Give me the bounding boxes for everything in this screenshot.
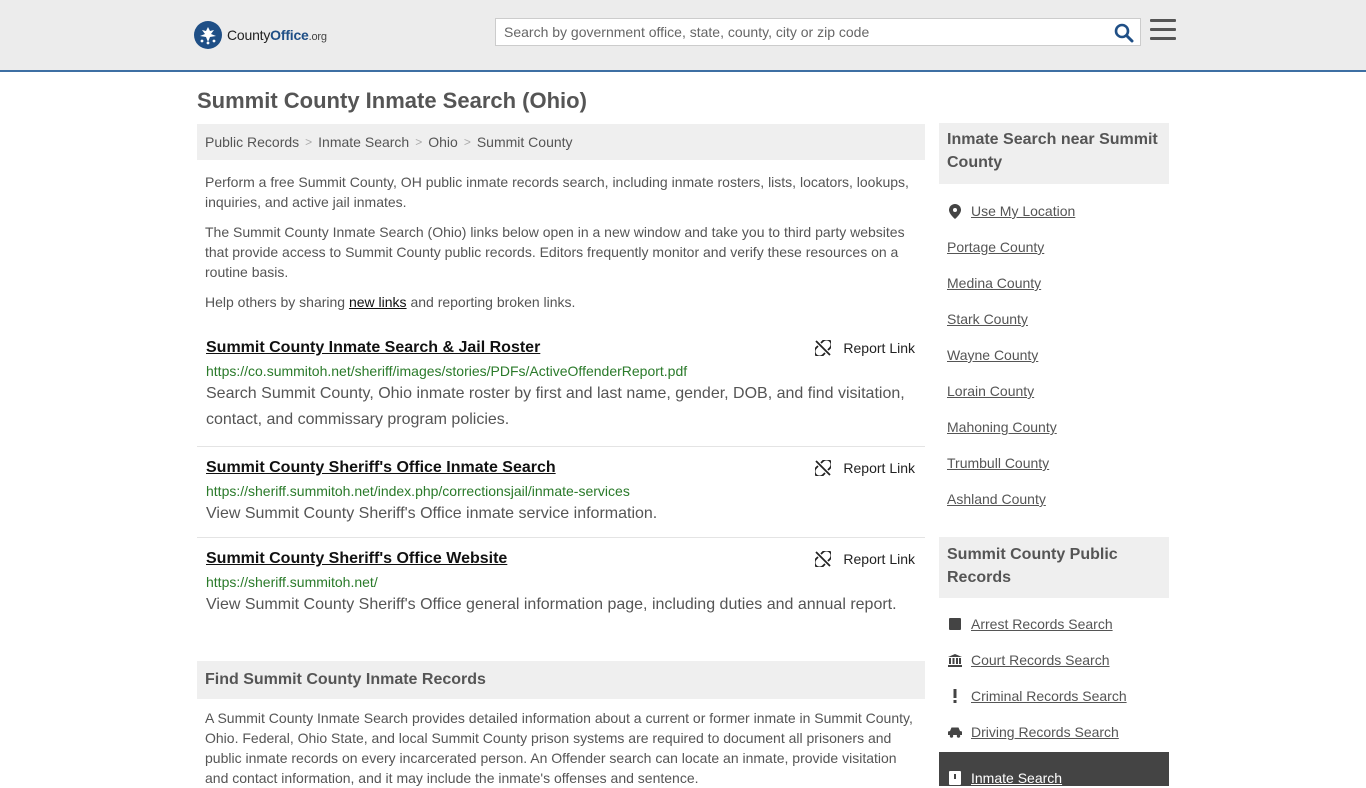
main-content: Public Records > Inmate Search > Ohio > … bbox=[197, 124, 925, 788]
driving-records-link[interactable]: Driving Records Search bbox=[971, 724, 1119, 740]
nearby-county-item[interactable]: Wayne County bbox=[947, 337, 1161, 373]
search-input[interactable] bbox=[496, 19, 1106, 45]
logo-text-main: County bbox=[227, 27, 271, 43]
courthouse-icon bbox=[947, 652, 963, 668]
broken-link-icon bbox=[815, 460, 832, 476]
resource-url[interactable]: https://sheriff.summitoh.net/ bbox=[206, 572, 916, 592]
search-bar bbox=[495, 18, 1141, 46]
nearby-heading: Inmate Search near Summit County bbox=[939, 123, 1169, 184]
breadcrumb-ohio[interactable]: Ohio bbox=[428, 134, 458, 150]
resource-entry: Summit County Inmate Search & Jail Roste… bbox=[197, 331, 925, 447]
criminal-records-item[interactable]: Criminal Records Search bbox=[947, 678, 1161, 714]
resource-title-link[interactable]: Summit County Sheriff's Office Website bbox=[206, 548, 916, 570]
report-link-label: Report Link bbox=[843, 340, 915, 356]
resource-entry: Summit County Sheriff's Office Website R… bbox=[197, 538, 925, 648]
breadcrumb-summit-county: Summit County bbox=[476, 134, 573, 150]
nearby-county-item[interactable]: Portage County bbox=[947, 229, 1161, 265]
sidebar: Inmate Search near Summit County Use My … bbox=[939, 123, 1169, 786]
report-link-button[interactable]: Report Link bbox=[815, 337, 915, 359]
court-records-link[interactable]: Court Records Search bbox=[971, 652, 1110, 668]
map-pin-icon bbox=[947, 203, 963, 219]
public-records-heading: Summit County Public Records bbox=[939, 537, 1169, 598]
resource-description: View Summit County Sheriff's Office gene… bbox=[206, 596, 897, 613]
report-link-button[interactable]: Report Link bbox=[815, 548, 915, 570]
site-header: CountyOffice.org bbox=[0, 0, 1366, 72]
inmate-search-item[interactable]: Inmate Search bbox=[939, 752, 1169, 786]
report-link-label: Report Link bbox=[843, 460, 915, 476]
hamburger-menu-icon[interactable] bbox=[1150, 19, 1176, 43]
resource-title-link[interactable]: Summit County Sheriff's Office Inmate Se… bbox=[206, 457, 916, 479]
find-records-heading: Find Summit County Inmate Records bbox=[197, 661, 925, 699]
intro-text: Perform a free Summit County, OH public … bbox=[197, 172, 925, 312]
nearby-county-item[interactable]: Trumbull County bbox=[947, 445, 1161, 481]
arrest-records-item[interactable]: Arrest Records Search bbox=[947, 606, 1161, 642]
breadcrumb: Public Records > Inmate Search > Ohio > … bbox=[197, 124, 925, 160]
intro-paragraph-2: The Summit County Inmate Search (Ohio) l… bbox=[205, 224, 905, 280]
resource-entry: Summit County Sheriff's Office Inmate Se… bbox=[197, 447, 925, 538]
exclamation-icon bbox=[947, 688, 963, 704]
breadcrumb-inmate-search[interactable]: Inmate Search bbox=[318, 134, 409, 150]
nearby-county-link[interactable]: Lorain County bbox=[947, 383, 1034, 399]
nearby-county-link[interactable]: Ashland County bbox=[947, 491, 1046, 507]
logo-text-suffix: .org bbox=[308, 31, 327, 43]
search-icon[interactable] bbox=[1114, 23, 1134, 43]
use-my-location-link[interactable]: Use My Location bbox=[971, 203, 1075, 219]
nearby-county-item[interactable]: Ashland County bbox=[947, 481, 1161, 517]
nearby-county-link[interactable]: Trumbull County bbox=[947, 455, 1049, 471]
intro-p3-after: and reporting broken links. bbox=[406, 294, 576, 310]
public-records-list: Arrest Records Search Court Records Sear… bbox=[939, 606, 1169, 786]
breadcrumb-separator: > bbox=[463, 135, 471, 149]
breadcrumb-separator: > bbox=[415, 135, 423, 149]
intro-p3-before: Help others by sharing bbox=[205, 294, 349, 310]
court-records-item[interactable]: Court Records Search bbox=[947, 642, 1161, 678]
logo-text-bold: Office bbox=[270, 27, 309, 43]
report-link-button[interactable]: Report Link bbox=[815, 457, 915, 479]
broken-link-icon bbox=[815, 340, 832, 356]
logo-badge-icon bbox=[194, 21, 222, 49]
nearby-county-item[interactable]: Mahoning County bbox=[947, 409, 1161, 445]
nearby-county-link[interactable]: Mahoning County bbox=[947, 419, 1057, 435]
breadcrumb-separator: > bbox=[305, 135, 313, 149]
report-link-label: Report Link bbox=[843, 551, 915, 567]
logo-text: CountyOffice.org bbox=[227, 27, 327, 43]
resource-title-link[interactable]: Summit County Inmate Search & Jail Roste… bbox=[206, 337, 916, 359]
car-icon bbox=[947, 724, 963, 740]
inmate-icon bbox=[947, 770, 963, 786]
driving-records-item[interactable]: Driving Records Search bbox=[947, 714, 1161, 750]
resource-url[interactable]: https://sheriff.summitoh.net/index.php/c… bbox=[206, 481, 916, 501]
nearby-list: Use My Location Portage County Medina Co… bbox=[939, 193, 1169, 517]
resource-description: Search Summit County, Ohio inmate roster… bbox=[206, 385, 905, 428]
nearby-county-item[interactable]: Medina County bbox=[947, 265, 1161, 301]
broken-link-icon bbox=[815, 551, 832, 567]
site-logo[interactable]: CountyOffice.org bbox=[194, 20, 327, 50]
intro-paragraph-1: Perform a free Summit County, OH public … bbox=[205, 174, 909, 210]
breadcrumb-public-records[interactable]: Public Records bbox=[205, 134, 299, 150]
inmate-search-link[interactable]: Inmate Search bbox=[971, 770, 1062, 786]
nearby-county-link[interactable]: Portage County bbox=[947, 239, 1044, 255]
nearby-county-item[interactable]: Lorain County bbox=[947, 373, 1161, 409]
find-records-text: A Summit County Inmate Search provides d… bbox=[205, 710, 913, 786]
resource-description: View Summit County Sheriff's Office inma… bbox=[206, 505, 658, 522]
new-links-link[interactable]: new links bbox=[349, 294, 407, 310]
nearby-county-link[interactable]: Wayne County bbox=[947, 347, 1038, 363]
use-my-location-item[interactable]: Use My Location bbox=[947, 193, 1161, 229]
nearby-county-link[interactable]: Stark County bbox=[947, 311, 1028, 327]
resource-url[interactable]: https://co.summitoh.net/sheriff/images/s… bbox=[206, 361, 916, 381]
arrest-records-link[interactable]: Arrest Records Search bbox=[971, 616, 1113, 632]
criminal-records-link[interactable]: Criminal Records Search bbox=[971, 688, 1127, 704]
page-title: Summit County Inmate Search (Ohio) bbox=[197, 88, 587, 113]
square-icon bbox=[947, 616, 963, 632]
nearby-county-item[interactable]: Stark County bbox=[947, 301, 1161, 337]
intro-paragraph-3: Help others by sharing new links and rep… bbox=[205, 292, 917, 312]
nearby-county-link[interactable]: Medina County bbox=[947, 275, 1041, 291]
